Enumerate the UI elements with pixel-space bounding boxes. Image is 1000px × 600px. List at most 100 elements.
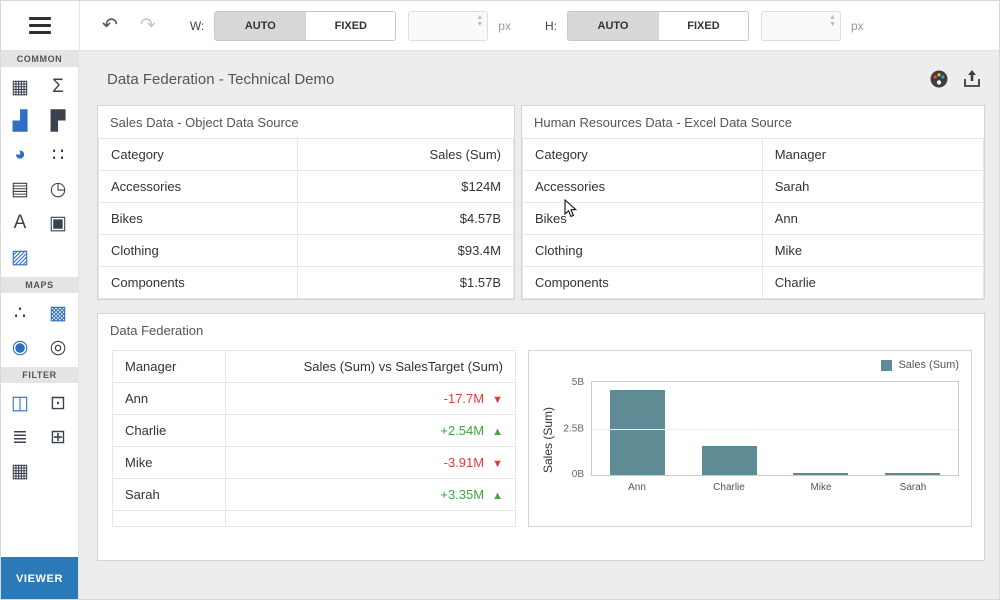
x-axis-label: Sarah — [886, 482, 941, 493]
x-axis-label: Mike — [794, 482, 849, 493]
sidebar-icon-grid: ▦Σ▟▛◕∷▤◷A▣▨ — [1, 67, 78, 277]
pivot-item-icon[interactable]: ▛ — [39, 104, 77, 138]
width-auto-button[interactable]: AUTO — [215, 12, 305, 40]
y-axis-ticks: 5B 2.5B 0B — [557, 381, 591, 476]
menu-button[interactable] — [1, 1, 79, 50]
table-row[interactable]: Clothing$93.4M — [99, 235, 514, 267]
height-mode-toggle: AUTO FIXED — [567, 11, 749, 41]
redo-button[interactable]: ↷ — [140, 16, 156, 35]
sales-grid-panel: Sales Data - Object Data Source Category… — [97, 105, 515, 300]
listbox-filter-icon[interactable]: ≣ — [1, 420, 39, 454]
choropleth-map-icon[interactable]: ▩ — [39, 296, 77, 330]
hr-col-manager: Manager — [762, 139, 983, 171]
date-filter-icon[interactable]: ▦ — [1, 454, 39, 488]
table-row[interactable]: Ann-17.7M▼ — [113, 383, 516, 415]
sidebar-section-label: COMMON — [1, 51, 78, 67]
x-axis-label: Ann — [610, 482, 665, 493]
height-unit-label: px — [851, 19, 864, 33]
width-value-spinner: ▲▼ — [408, 11, 488, 41]
combobox-filter-icon[interactable]: ⊡ — [39, 386, 77, 420]
federation-panel-title: Data Federation — [98, 314, 984, 346]
hr-table-body: AccessoriesSarahBikesAnnClothingMikeComp… — [523, 171, 984, 299]
chart-bar-sarah[interactable] — [885, 473, 940, 475]
width-value-input[interactable] — [409, 12, 467, 40]
textbox-item-icon[interactable]: ▤ — [1, 172, 39, 206]
viewer-button[interactable]: VIEWER — [1, 557, 78, 600]
y-axis-title: Sales (Sum) — [541, 392, 555, 487]
table-row[interactable]: ComponentsCharlie — [523, 267, 984, 299]
sales-bar-chart: Sales (Sum) Sales (Sum) 5B 2.5B 0B — [528, 350, 972, 527]
table-row[interactable]: Sarah+3.35M▲ — [113, 479, 516, 511]
gridline — [592, 429, 958, 430]
gauge-item-icon[interactable]: ◷ — [39, 172, 77, 206]
legend-swatch — [881, 360, 892, 371]
table-row[interactable]: Charlie+2.54M▲ — [113, 415, 516, 447]
bubble-map-icon[interactable]: ◎ — [39, 330, 77, 364]
sidebar-sections: COMMON▦Σ▟▛◕∷▤◷A▣▨MAPS∴▩◉◎FILTER◫⊡≣⊞▦ — [1, 51, 78, 491]
sidebar-section-label: MAPS — [1, 277, 78, 293]
category-cell: Clothing — [523, 235, 763, 267]
geo-point-map-icon[interactable]: ∴ — [1, 296, 39, 330]
table-row[interactable]: Components$1.57B — [99, 267, 514, 299]
table-row[interactable]: Mike-3.91M▼ — [113, 447, 516, 479]
sidebar-section-label: FILTER — [1, 367, 78, 383]
up-triangle-icon: ▲ — [492, 426, 503, 438]
pie-item-icon[interactable]: ◕ — [1, 138, 39, 172]
delta-value: -17.7M — [444, 391, 484, 406]
chart-bars — [591, 381, 959, 476]
fed-col-delta: Sales (Sum) vs SalesTarget (Sum) — [225, 351, 515, 383]
width-label: W: — [190, 19, 204, 33]
hr-col-category: Category — [523, 139, 763, 171]
bound-image-item-icon[interactable]: ▨ — [1, 240, 39, 274]
category-cell: Clothing — [99, 235, 298, 267]
category-cell: Components — [99, 267, 298, 299]
scatter-item-icon[interactable]: ∷ — [39, 138, 77, 172]
undo-button[interactable]: ↶ — [102, 16, 118, 35]
category-cell: Accessories — [523, 171, 763, 203]
palette-icon[interactable] — [929, 69, 949, 89]
category-cell: Accessories — [99, 171, 298, 203]
item-sidebar: COMMON▦Σ▟▛◕∷▤◷A▣▨MAPS∴▩◉◎FILTER◫⊡≣⊞▦ VIE… — [1, 51, 79, 600]
table-row[interactable]: Accessories$124M — [99, 171, 514, 203]
x-axis-label: Charlie — [702, 482, 757, 493]
table-row[interactable]: ClothingMike — [523, 235, 984, 267]
height-spinner-arrows[interactable]: ▲▼ — [829, 14, 836, 28]
y-tick: 5B — [572, 377, 584, 388]
dashboard-designer-window: ↶ ↷ W: AUTO FIXED ▲▼ px H: AUTO FIXED ▲▼… — [0, 0, 1000, 600]
label-item-icon[interactable]: A — [1, 206, 39, 240]
delta-cell: -3.91M▼ — [225, 447, 515, 479]
chart-bar-charlie[interactable] — [702, 446, 757, 475]
height-fixed-button[interactable]: FIXED — [658, 12, 748, 40]
height-auto-button[interactable]: AUTO — [568, 12, 658, 40]
chart-item-icon[interactable]: ▟ — [1, 104, 39, 138]
width-spinner-arrows[interactable]: ▲▼ — [476, 14, 483, 28]
export-icon[interactable] — [963, 69, 981, 89]
sales-value-cell: $1.57B — [298, 267, 514, 299]
sales-value-cell: $124M — [298, 171, 514, 203]
height-value-spinner: ▲▼ — [761, 11, 841, 41]
image-item-icon[interactable]: ▣ — [39, 206, 77, 240]
delta-cell: -17.7M▼ — [225, 383, 515, 415]
toolbar: ↶ ↷ W: AUTO FIXED ▲▼ px H: AUTO FIXED ▲▼… — [1, 1, 999, 51]
fed-col-manager: Manager — [113, 351, 226, 383]
hr-grid-panel: Human Resources Data - Excel Data Source… — [521, 105, 985, 300]
y-tick: 0B — [572, 469, 584, 480]
card-item-icon[interactable]: Σ — [39, 70, 77, 104]
delta-value: +2.54M — [440, 423, 484, 438]
treeview-filter-icon[interactable]: ⊞ — [39, 420, 77, 454]
pie-map-icon[interactable]: ◉ — [1, 330, 39, 364]
empty-row — [113, 511, 516, 527]
width-fixed-button[interactable]: FIXED — [305, 12, 395, 40]
range-filter-icon[interactable]: ◫ — [1, 386, 39, 420]
sales-col-value: Sales (Sum) — [298, 139, 514, 171]
chart-bar-ann[interactable] — [610, 390, 665, 475]
table-row[interactable]: BikesAnn — [523, 203, 984, 235]
toolbar-separator — [79, 1, 80, 50]
grid-item-icon[interactable]: ▦ — [1, 70, 39, 104]
chart-bar-mike[interactable] — [793, 473, 848, 475]
down-triangle-icon: ▼ — [492, 458, 503, 470]
height-value-input[interactable] — [762, 12, 820, 40]
table-row[interactable]: Bikes$4.57B — [99, 203, 514, 235]
category-cell: Bikes — [523, 203, 763, 235]
table-row[interactable]: AccessoriesSarah — [523, 171, 984, 203]
